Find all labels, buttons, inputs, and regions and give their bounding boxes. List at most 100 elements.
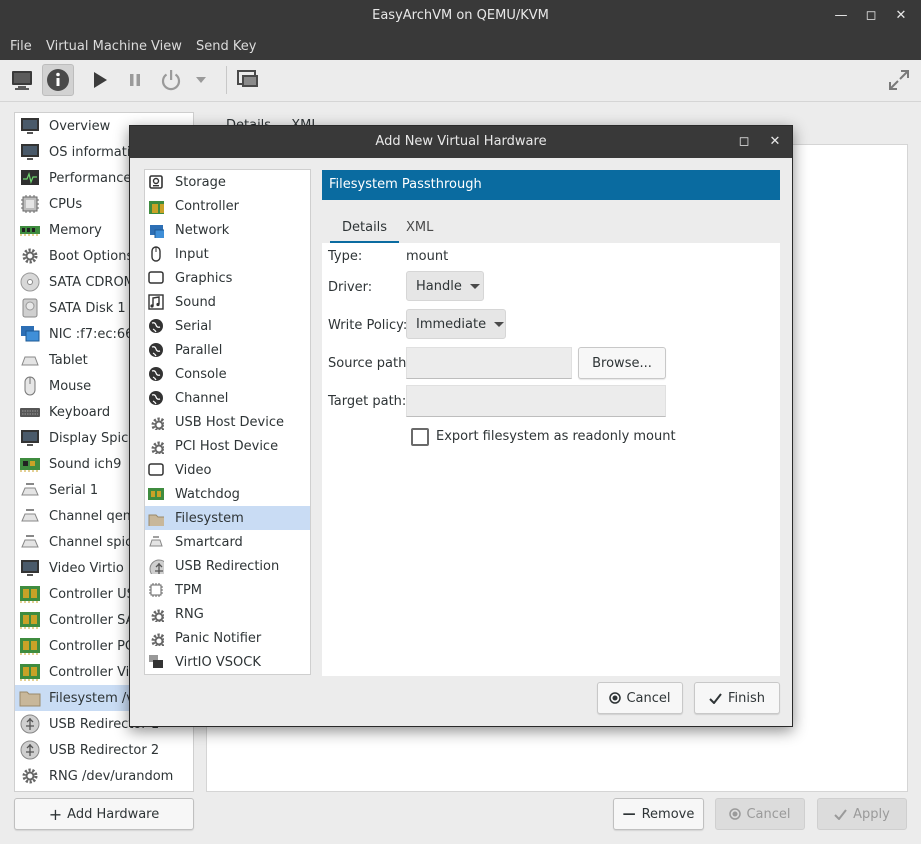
screenshot-button[interactable] bbox=[232, 64, 264, 96]
device-type-label: Panic Notifier bbox=[175, 630, 262, 646]
run-button[interactable] bbox=[84, 64, 116, 96]
tpm-icon bbox=[148, 582, 164, 598]
dropdown-icon bbox=[196, 77, 206, 83]
hardware-item[interactable]: USB Redirector 2 bbox=[15, 737, 193, 763]
dialog-tab-xml[interactable]: XML bbox=[394, 214, 445, 244]
cancel-button[interactable]: Cancel bbox=[715, 798, 805, 830]
readonly-checkbox[interactable] bbox=[411, 428, 429, 446]
folder-icon bbox=[19, 687, 41, 709]
globe-icon bbox=[148, 366, 164, 382]
console-button[interactable] bbox=[6, 64, 38, 96]
device-type-item[interactable]: Parallel bbox=[145, 338, 310, 362]
device-type-label: USB Redirection bbox=[175, 558, 280, 574]
device-type-label: Parallel bbox=[175, 342, 223, 358]
watchdog-icon bbox=[148, 486, 164, 502]
device-type-item[interactable]: USB Host Device bbox=[145, 410, 310, 434]
usb-icon bbox=[19, 739, 41, 761]
menu-virtual-machine[interactable]: Virtual Machine bbox=[46, 39, 147, 54]
usb-icon bbox=[148, 558, 169, 579]
maximize-button[interactable]: ◻ bbox=[863, 8, 879, 24]
target-path-input[interactable] bbox=[406, 385, 666, 417]
hardware-item-label: USB Redirector 2 bbox=[49, 742, 160, 758]
power-button[interactable] bbox=[155, 64, 187, 96]
disk-icon bbox=[19, 297, 41, 319]
dialog-close-button[interactable]: ✕ bbox=[767, 134, 783, 150]
check-icon bbox=[709, 692, 722, 704]
device-header: Filesystem Passthrough bbox=[322, 170, 780, 200]
controller-icon bbox=[19, 609, 41, 631]
hardware-item-label: SATA Disk 1 bbox=[49, 300, 126, 316]
hardware-item[interactable]: RNG /dev/urandom bbox=[15, 763, 193, 789]
device-type-item[interactable]: Controller bbox=[145, 194, 310, 218]
fullscreen-button[interactable] bbox=[883, 64, 915, 96]
device-type-label: Controller bbox=[175, 198, 239, 214]
dialog-title: Add New Virtual Hardware bbox=[375, 134, 547, 149]
monitor-icon bbox=[19, 141, 41, 163]
gear-icon bbox=[19, 765, 41, 787]
device-type-item[interactable]: VirtIO VSOCK bbox=[145, 650, 310, 674]
device-type-item[interactable]: Panic Notifier bbox=[145, 626, 310, 650]
device-type-item[interactable]: Console bbox=[145, 362, 310, 386]
device-type-item[interactable]: USB Redirection bbox=[145, 554, 310, 579]
toolbar bbox=[0, 60, 921, 102]
driver-dropdown[interactable]: Handle bbox=[406, 271, 484, 301]
globe-icon bbox=[148, 318, 164, 334]
device-type-item[interactable]: Sound bbox=[145, 290, 310, 314]
details-button[interactable] bbox=[42, 64, 74, 96]
dialog-tab-details[interactable]: Details bbox=[330, 214, 400, 244]
finish-button[interactable]: Finish bbox=[694, 682, 780, 714]
add-hardware-button[interactable]: + Add Hardware bbox=[14, 798, 194, 830]
cancel-label: Cancel bbox=[746, 806, 791, 822]
device-type-item[interactable]: Video bbox=[145, 458, 310, 482]
minimize-button[interactable]: — bbox=[833, 8, 849, 24]
globe-icon bbox=[148, 390, 164, 406]
device-type-label: Watchdog bbox=[175, 486, 240, 502]
device-type-item[interactable]: TPM bbox=[145, 578, 310, 602]
toolbar-separator bbox=[226, 66, 227, 94]
write-policy-dropdown[interactable]: Immediate bbox=[406, 309, 506, 339]
device-type-item[interactable]: Graphics bbox=[145, 266, 310, 290]
controller-icon bbox=[19, 635, 41, 657]
device-type-item[interactable]: Channel bbox=[145, 386, 310, 410]
add-hardware-label: Add Hardware bbox=[67, 806, 160, 822]
gear-icon bbox=[148, 438, 167, 457]
device-type-item[interactable]: Serial bbox=[145, 314, 310, 338]
menu-send-key[interactable]: Send Key bbox=[196, 39, 256, 54]
menu-view[interactable]: View bbox=[151, 39, 182, 54]
device-type-item[interactable]: Network bbox=[145, 218, 310, 242]
performance-icon bbox=[19, 167, 41, 189]
device-type-item[interactable]: Storage bbox=[145, 170, 310, 194]
cpu-icon bbox=[19, 193, 41, 215]
readonly-label[interactable]: Export filesystem as readonly mount bbox=[436, 429, 676, 444]
dialog-maximize-button[interactable]: ◻ bbox=[736, 134, 752, 150]
dialog-cancel-label: Cancel bbox=[626, 690, 671, 706]
device-type-item[interactable]: Filesystem bbox=[145, 506, 310, 530]
source-path-input[interactable] bbox=[406, 347, 572, 379]
device-type-label: Console bbox=[175, 366, 227, 382]
apply-button[interactable]: Apply bbox=[817, 798, 907, 830]
power-menu-button[interactable] bbox=[191, 64, 211, 96]
device-type-item[interactable]: RNG bbox=[145, 602, 310, 626]
device-type-label: Video bbox=[175, 462, 212, 478]
gear-icon bbox=[19, 245, 41, 267]
remove-button[interactable]: — Remove bbox=[613, 798, 704, 830]
run-icon bbox=[94, 72, 107, 88]
dialog-cancel-button[interactable]: Cancel bbox=[597, 682, 683, 714]
hardware-item-label: CPUs bbox=[49, 196, 83, 212]
cancel-icon bbox=[609, 692, 622, 704]
cdrom-icon bbox=[19, 271, 41, 293]
write-policy-value: Immediate bbox=[416, 316, 487, 332]
gear-icon bbox=[148, 414, 167, 433]
input-icon bbox=[148, 246, 164, 262]
device-type-item[interactable]: Input bbox=[145, 242, 310, 266]
menu-file[interactable]: File bbox=[10, 39, 32, 54]
device-type-item[interactable]: Watchdog bbox=[145, 482, 310, 506]
smartcard-icon bbox=[148, 534, 164, 550]
device-type-item[interactable]: PCI Host Device bbox=[145, 434, 310, 458]
browse-button[interactable]: Browse... bbox=[578, 347, 666, 379]
close-button[interactable]: ✕ bbox=[893, 8, 909, 24]
minus-icon: — bbox=[622, 806, 636, 822]
device-type-item[interactable]: Smartcard bbox=[145, 530, 310, 554]
chevron-down-icon bbox=[469, 283, 480, 289]
pause-button[interactable] bbox=[119, 64, 151, 96]
